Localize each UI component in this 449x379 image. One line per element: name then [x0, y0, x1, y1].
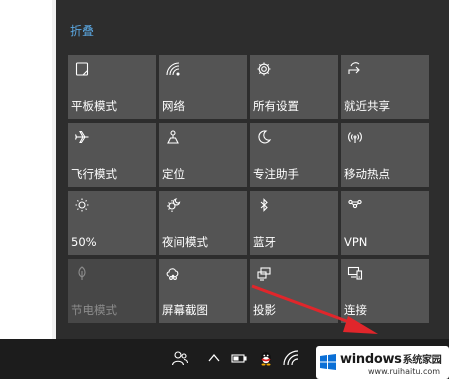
tile-focus-assist[interactable]: 专注助手 — [250, 123, 338, 187]
vpn-icon — [347, 197, 363, 213]
tile-location[interactable]: 定位 — [159, 123, 247, 187]
tile-label: 所有设置 — [253, 99, 299, 113]
screen: 折叠 平板模式 网络 所有设置 就近共享 飞行模式 定位 专注助手 移动热点 5… — [0, 0, 449, 379]
connect-icon — [347, 265, 363, 281]
tile-label: 就近共享 — [344, 99, 390, 113]
tile-label: 飞行模式 — [71, 167, 117, 181]
project-icon — [256, 265, 272, 281]
watermark-brand: windows系统家园 — [340, 352, 442, 367]
tile-brightness[interactable]: 50% — [68, 191, 156, 255]
people-icon[interactable] — [171, 349, 189, 367]
tile-label: 专注助手 — [253, 167, 299, 181]
quick-actions-grid: 平板模式 网络 所有设置 就近共享 飞行模式 定位 专注助手 移动热点 50% … — [68, 55, 429, 323]
tile-label: VPN — [344, 235, 368, 249]
tile-label: 夜间模式 — [162, 235, 208, 249]
tile-project[interactable]: 投影 — [250, 259, 338, 323]
tile-network[interactable]: 网络 — [159, 55, 247, 119]
tile-bluetooth[interactable]: 蓝牙 — [250, 191, 338, 255]
tile-label: 屏幕截图 — [162, 303, 208, 317]
chevron-up-icon[interactable] — [205, 349, 223, 367]
tablet-mode-icon — [74, 61, 90, 77]
action-center-panel: 折叠 平板模式 网络 所有设置 就近共享 飞行模式 定位 专注助手 移动热点 5… — [56, 0, 449, 339]
tile-mobile-hotspot[interactable]: 移动热点 — [341, 123, 429, 187]
moon-icon — [256, 129, 272, 145]
network-icon — [165, 61, 181, 77]
hotspot-icon — [347, 129, 363, 145]
tile-night-light[interactable]: 夜间模式 — [159, 191, 247, 255]
tile-connect[interactable]: 连接 — [341, 259, 429, 323]
tile-tablet-mode[interactable]: 平板模式 — [68, 55, 156, 119]
nearby-share-icon — [347, 61, 363, 77]
airplane-icon — [74, 129, 90, 145]
windows-logo-icon — [318, 352, 338, 372]
screen-snip-icon — [165, 265, 181, 281]
tile-label: 平板模式 — [71, 99, 117, 113]
tile-nearby-share[interactable]: 就近共享 — [341, 55, 429, 119]
tile-label: 节电模式 — [71, 303, 117, 317]
tile-label: 网络 — [162, 99, 185, 113]
watermark-badge: windows系统家园 www.ruihaitu.com — [316, 346, 449, 379]
watermark-brand-cn: 系统家园 — [402, 355, 442, 366]
tile-label: 连接 — [344, 303, 367, 317]
tile-label: 移动热点 — [344, 167, 390, 181]
tile-label: 定位 — [162, 167, 185, 181]
tile-battery-saver[interactable]: 节电模式 — [68, 259, 156, 323]
tile-label: 投影 — [253, 303, 276, 317]
tile-label: 50% — [71, 235, 97, 249]
battery-icon[interactable] — [230, 349, 248, 367]
background-window-content — [0, 0, 52, 339]
collapse-link[interactable]: 折叠 — [70, 22, 94, 39]
gear-icon — [256, 61, 272, 77]
bluetooth-icon — [256, 197, 272, 213]
wifi-icon[interactable] — [282, 349, 300, 367]
tile-label: 蓝牙 — [253, 235, 276, 249]
qq-icon[interactable] — [257, 349, 275, 367]
night-light-icon — [165, 197, 181, 213]
battery-saver-icon — [74, 265, 90, 281]
tile-vpn[interactable]: VPN — [341, 191, 429, 255]
tile-airplane-mode[interactable]: 飞行模式 — [68, 123, 156, 187]
brightness-icon — [74, 197, 90, 213]
tile-screen-snip[interactable]: 屏幕截图 — [159, 259, 247, 323]
background-window — [0, 0, 56, 339]
tile-all-settings[interactable]: 所有设置 — [250, 55, 338, 119]
watermark-url: www.ruihaitu.com — [368, 367, 441, 376]
location-icon — [165, 129, 181, 145]
